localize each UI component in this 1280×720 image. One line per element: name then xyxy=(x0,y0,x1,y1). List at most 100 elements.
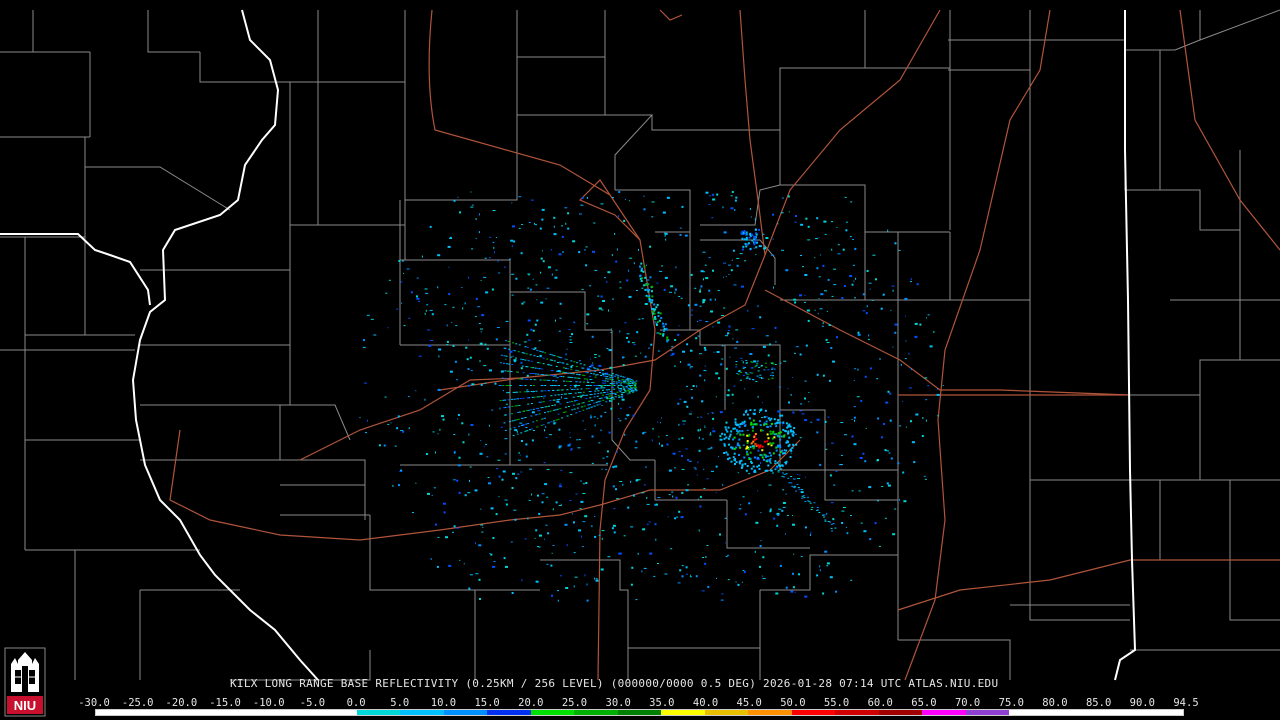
echo-pixel xyxy=(551,385,554,386)
echo-pixel xyxy=(429,225,432,228)
echo-pixel xyxy=(739,508,742,510)
echo-pixel xyxy=(578,377,581,379)
echo-pixel xyxy=(824,519,827,521)
echo-pixel xyxy=(711,470,714,472)
echo-pixel xyxy=(787,195,790,198)
echo-pixel xyxy=(785,460,788,463)
echo-pixel xyxy=(790,476,793,477)
echo-pixel xyxy=(690,389,693,390)
echo-pixel xyxy=(881,436,884,439)
echo-pixel xyxy=(816,506,819,508)
echo-pixel xyxy=(864,460,867,463)
echo-pixel xyxy=(659,270,663,272)
echo-pixel xyxy=(665,238,667,241)
echo-pixel xyxy=(609,393,612,395)
echo-pixel xyxy=(559,302,562,305)
echo-pixel xyxy=(514,429,518,432)
echo-pixel xyxy=(507,406,510,408)
echo-pixel xyxy=(779,438,782,441)
echo-pixel xyxy=(540,396,543,397)
echo-pixel xyxy=(792,586,795,589)
echo-pixel xyxy=(705,277,709,280)
echo-pixel xyxy=(517,351,520,353)
echo-pixel xyxy=(804,294,806,296)
echo-pixel xyxy=(627,389,629,391)
echo-pixel xyxy=(527,517,529,520)
echo-pixel xyxy=(621,398,625,401)
echo-pixel xyxy=(449,370,453,373)
echo-pixel xyxy=(497,459,501,461)
echo-pixel xyxy=(773,418,776,421)
echo-pixel xyxy=(782,472,784,474)
echo-pixel xyxy=(519,454,521,456)
echo-pixel xyxy=(520,367,523,370)
echo-pixel xyxy=(632,494,635,497)
echo-pixel xyxy=(573,385,576,386)
echo-pixel xyxy=(774,326,777,329)
echo-pixel xyxy=(614,394,617,395)
echo-pixel xyxy=(798,573,800,576)
echo-pixel xyxy=(600,295,603,298)
echo-pixel xyxy=(627,380,629,382)
echo-pixel xyxy=(496,327,500,328)
echo-pixel xyxy=(677,582,681,584)
echo-pixel xyxy=(607,398,610,399)
echo-pixel xyxy=(808,501,811,503)
echo-pixel xyxy=(431,494,433,496)
echo-pixel xyxy=(603,375,606,377)
echo-pixel xyxy=(723,262,726,264)
echo-pixel xyxy=(733,385,736,387)
echo-pixel xyxy=(556,356,559,358)
echo-pixel xyxy=(512,225,515,228)
echo-pixel xyxy=(745,447,748,450)
echo-pixel xyxy=(696,474,698,476)
echo-pixel xyxy=(681,205,684,208)
echo-pixel xyxy=(569,436,571,438)
echo-pixel xyxy=(585,398,588,400)
echo-pixel xyxy=(550,249,552,251)
echo-pixel xyxy=(734,418,737,421)
echo-pixel xyxy=(715,372,719,375)
echo-pixel xyxy=(524,359,527,361)
echo-pixel xyxy=(599,400,602,402)
echo-pixel xyxy=(791,377,793,378)
echo-pixel xyxy=(774,460,777,463)
echo-pixel xyxy=(770,417,773,420)
echo-pixel xyxy=(565,367,567,369)
echo-pixel xyxy=(723,437,726,440)
echo-pixel xyxy=(593,385,596,386)
echo-pixel xyxy=(593,405,596,407)
echo-pixel xyxy=(924,377,928,379)
echo-pixel xyxy=(505,377,508,379)
echo-pixel xyxy=(437,388,441,391)
echo-pixel xyxy=(683,400,687,403)
echo-pixel xyxy=(890,457,893,460)
echo-pixel xyxy=(541,418,544,420)
echo-pixel xyxy=(530,360,533,362)
echo-pixel xyxy=(624,418,627,420)
echo-pixel xyxy=(644,276,647,279)
echo-pixel xyxy=(799,437,802,439)
echo-pixel xyxy=(700,428,701,431)
echo-pixel xyxy=(648,521,651,523)
echo-pixel xyxy=(576,403,579,405)
echo-pixel xyxy=(650,301,653,304)
echo-pixel xyxy=(651,290,653,293)
echo-pixel xyxy=(753,247,755,249)
echo-pixel xyxy=(745,360,748,362)
echo-pixel xyxy=(649,245,652,248)
echo-pixel xyxy=(511,413,513,415)
echo-pixel xyxy=(483,446,485,448)
echo-pixel xyxy=(545,374,548,376)
echo-pixel xyxy=(801,489,804,491)
echo-pixel xyxy=(387,327,389,329)
echo-pixel xyxy=(618,380,621,382)
echo-pixel xyxy=(606,348,609,350)
echo-pixel xyxy=(669,291,672,293)
echo-pixel xyxy=(810,509,813,510)
echo-pixel xyxy=(489,553,491,555)
echo-pixel xyxy=(728,325,731,328)
echo-pixel xyxy=(609,378,612,380)
echo-pixel xyxy=(736,423,739,426)
echo-pixel xyxy=(592,367,595,369)
